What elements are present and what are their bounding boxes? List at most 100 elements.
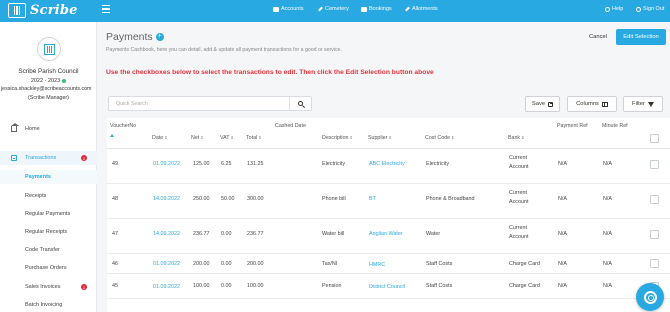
table-row[interactable]: 45 01.09.2022 100.00 0.00 100.00 Pension… bbox=[107, 275, 670, 299]
cell-minute-ref: N/A bbox=[603, 261, 612, 267]
scribe-logo-icon bbox=[8, 3, 26, 18]
columns-button[interactable]: Columns bbox=[567, 96, 617, 112]
sidebar-item-regular-payments[interactable]: Regular Payments bbox=[0, 207, 97, 221]
sidebar-item-home[interactable]: Home bbox=[0, 122, 97, 136]
search-button[interactable] bbox=[289, 97, 311, 110]
menu-toggle-icon[interactable] bbox=[102, 5, 110, 13]
cell-supplier[interactable]: HMRC bbox=[369, 262, 385, 268]
col-header-bank[interactable]: Bank⇕ bbox=[508, 135, 524, 141]
header-label: VoucherNo bbox=[110, 123, 137, 129]
sidebar-item-receipts[interactable]: Receipts bbox=[0, 189, 97, 203]
cell-voucher: 45 bbox=[112, 283, 118, 289]
cell-net: 236.77 bbox=[193, 231, 210, 237]
col-header-supplier[interactable]: Supplier⇕ bbox=[368, 135, 392, 141]
row-checkbox[interactable] bbox=[650, 259, 659, 268]
home-icon bbox=[11, 123, 19, 132]
sidebar-item-label: Regular Payments bbox=[25, 211, 71, 217]
cell-cost-code: Phone & Broadband bbox=[426, 196, 475, 202]
search-input[interactable] bbox=[109, 97, 289, 110]
col-header-payment-ref[interactable]: Payment Ref bbox=[557, 123, 588, 129]
council-logo-icon bbox=[43, 43, 55, 55]
edit-selection-button[interactable]: Edit Selection bbox=[616, 29, 666, 45]
search-box bbox=[108, 96, 312, 111]
cancel-button[interactable]: Cancel bbox=[583, 29, 613, 45]
header-label: Total bbox=[246, 135, 258, 141]
cell-minute-ref: N/A bbox=[603, 161, 612, 167]
sort-icon: ⇕ bbox=[200, 135, 204, 141]
sidebar-item-sales-invoices[interactable]: Sales Invoices 1 bbox=[0, 280, 97, 294]
cell-cost-code: Staff Costs bbox=[426, 283, 453, 289]
col-header-cost-code[interactable]: Cost Code⇕ bbox=[425, 135, 454, 141]
cell-date[interactable]: 14.09.2022 bbox=[153, 231, 180, 237]
cell-voucher: 48 bbox=[112, 196, 118, 202]
cell-voucher: 49 bbox=[112, 161, 118, 167]
header-label: Description bbox=[322, 135, 349, 141]
cell-supplier[interactable]: BT bbox=[369, 196, 376, 202]
signout-label: Sign Out bbox=[643, 6, 665, 12]
header-label: Bank bbox=[508, 135, 521, 141]
cell-payment-ref: N/A bbox=[558, 261, 567, 267]
col-header-minute-ref[interactable]: Minute Ref bbox=[602, 123, 628, 129]
col-header-voucherno[interactable]: VoucherNo bbox=[110, 123, 136, 129]
cell-date[interactable]: 01.09.2022 bbox=[153, 261, 180, 267]
nav-allotments[interactable]: Allotments bbox=[405, 6, 438, 12]
col-header-cashed-date[interactable]: Cashed Date bbox=[275, 123, 306, 129]
sidebar-item-label: Home bbox=[25, 126, 40, 132]
sidebar-item-label: Transactions bbox=[25, 155, 57, 161]
scribe-logo[interactable]: Scribe bbox=[8, 3, 78, 18]
sidebar-item-batch-invoicing[interactable]: Batch Invoicing bbox=[0, 298, 97, 312]
table-row[interactable]: 49 01.09.2022 125.00 6.25 131.25 Electri… bbox=[107, 149, 670, 184]
sort-icon: ⇕ bbox=[388, 135, 392, 141]
cell-total: 236.77 bbox=[247, 231, 264, 237]
sort-icon: ⇕ bbox=[258, 135, 262, 141]
cell-cost-code: Staff Costs bbox=[426, 261, 453, 267]
table-row[interactable]: 46 01.09.2022 200.00 0.00 200.00 Tax/NI … bbox=[107, 254, 670, 274]
row-checkbox[interactable] bbox=[650, 160, 659, 169]
nav-label: Cemetery bbox=[325, 6, 349, 12]
col-header-total[interactable]: Total⇕ bbox=[246, 135, 262, 141]
cell-date[interactable]: 01.09.2022 bbox=[153, 161, 180, 167]
header-label: Payment Ref bbox=[557, 123, 588, 129]
save-button[interactable]: Save bbox=[525, 96, 560, 112]
row-checkbox[interactable] bbox=[650, 230, 659, 239]
sidebar-item-transactions[interactable]: Transactions 2 bbox=[0, 151, 97, 165]
col-header-net[interactable]: Net⇕ bbox=[191, 135, 204, 141]
sidebar-item-label: Regular Receipts bbox=[25, 229, 68, 235]
signout-icon bbox=[636, 6, 641, 12]
cell-supplier[interactable]: ABC Electricity bbox=[369, 161, 405, 167]
cell-supplier[interactable]: Anglian Water bbox=[369, 231, 403, 237]
lifebuoy-icon bbox=[643, 290, 657, 304]
cell-supplier[interactable]: District Council bbox=[369, 284, 405, 290]
select-all-checkbox[interactable] bbox=[650, 134, 659, 143]
sidebar-item-code-transfer[interactable]: Code Transfer bbox=[0, 243, 97, 257]
cell-bank-line2: Account bbox=[509, 199, 529, 205]
sort-icon: ⇕ bbox=[349, 135, 353, 141]
cell-date[interactable]: 01.09.2022 bbox=[153, 284, 180, 290]
sidebar-item-purchase-orders[interactable]: Purchase Orders bbox=[0, 261, 97, 275]
col-header-vat[interactable]: VAT⇕ bbox=[220, 135, 234, 141]
search-icon bbox=[298, 101, 303, 106]
cell-date[interactable]: 14.09.2022 bbox=[153, 196, 180, 202]
financial-year[interactable]: 2022 - 2023 bbox=[0, 78, 97, 84]
table-row[interactable]: 47 14.09.2022 236.77 0.00 236.77 Water b… bbox=[107, 219, 670, 254]
signout-link[interactable]: Sign Out bbox=[636, 6, 664, 12]
help-chat-button[interactable] bbox=[636, 283, 664, 311]
sidebar-item-label: Purchase Orders bbox=[25, 265, 67, 271]
status-dot-icon bbox=[62, 78, 67, 83]
sidebar-item-payments[interactable]: Payments bbox=[0, 170, 97, 184]
col-header-description[interactable]: Description⇕ bbox=[322, 135, 353, 141]
add-payment-button[interactable]: + bbox=[155, 33, 164, 41]
cell-description: Electricity bbox=[322, 161, 346, 167]
cell-total: 300.00 bbox=[247, 196, 264, 202]
nav-accounts[interactable]: Accounts bbox=[273, 6, 304, 12]
sidebar: Scribe Parish Council 2022 - 2023 jessic… bbox=[0, 22, 97, 312]
filter-button[interactable]: Filter bbox=[623, 96, 663, 112]
sidebar-item-regular-receipts[interactable]: Regular Receipts bbox=[0, 225, 97, 239]
table-row[interactable]: 48 14.09.2022 250.00 50.00 300.00 Phone … bbox=[107, 184, 670, 219]
help-link[interactable]: Help bbox=[605, 6, 623, 12]
cell-bank-line2: Account bbox=[509, 234, 529, 240]
nav-bookings[interactable]: Bookings bbox=[361, 6, 392, 12]
nav-cemetery[interactable]: Cemetery bbox=[318, 6, 349, 12]
row-checkbox[interactable] bbox=[650, 195, 659, 204]
col-header-date[interactable]: Date⇕ bbox=[152, 135, 168, 141]
